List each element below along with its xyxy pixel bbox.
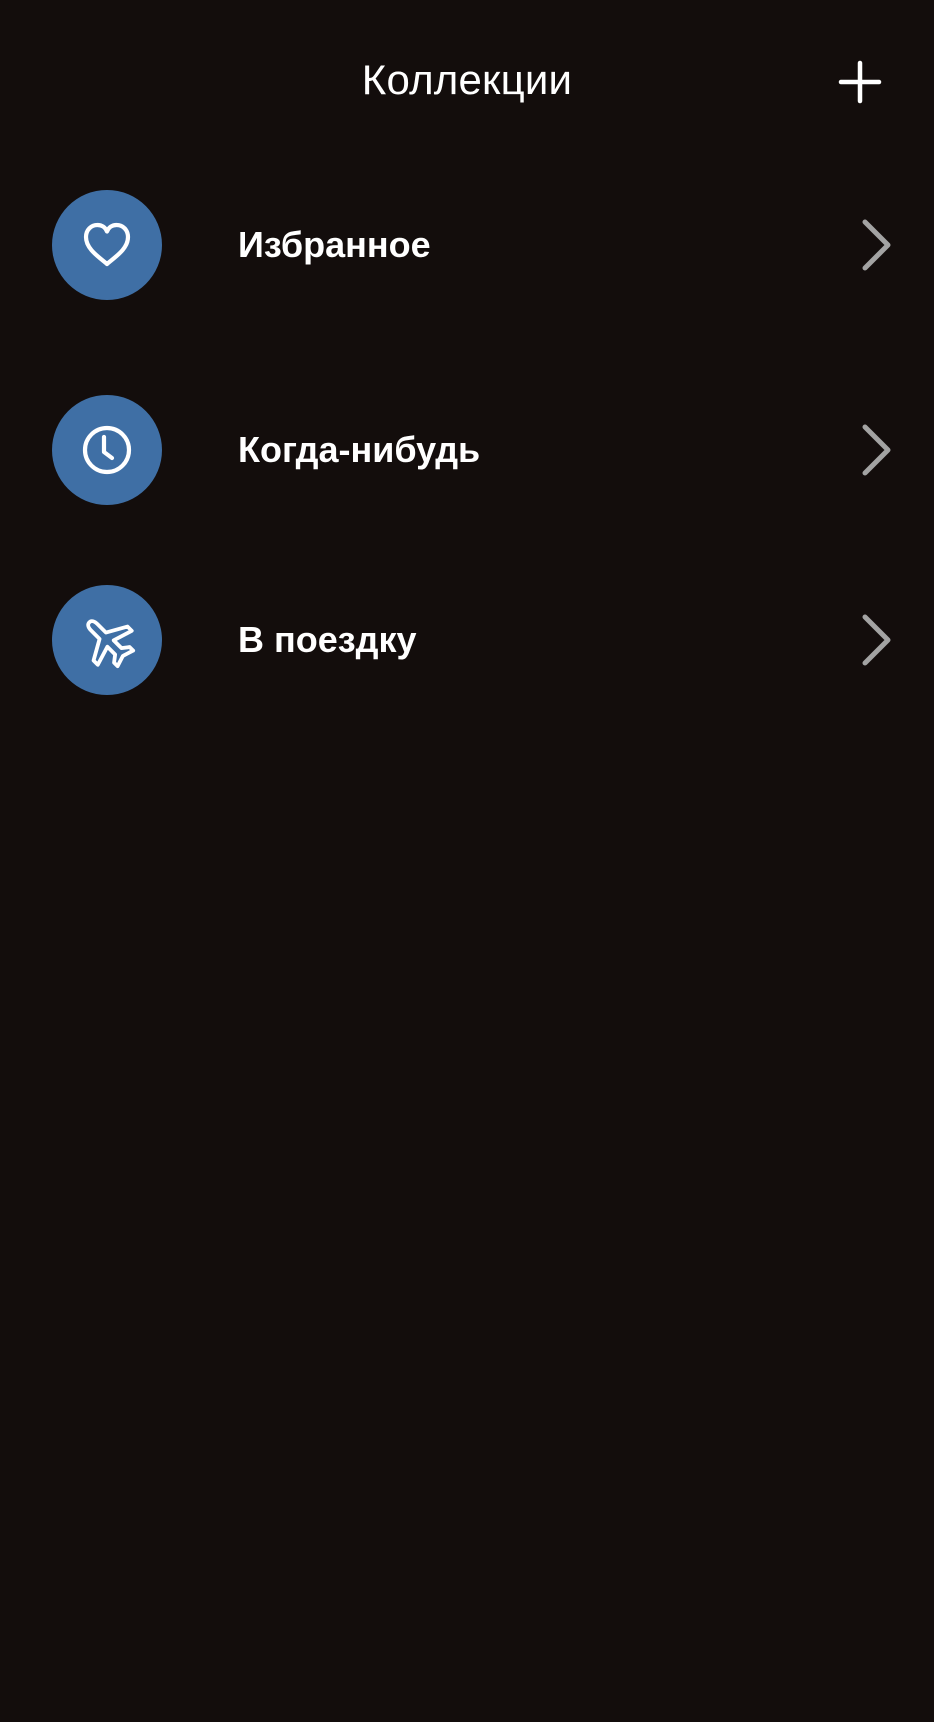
- collection-item-someday[interactable]: Когда-нибудь: [0, 385, 934, 515]
- collection-icon-badge: [52, 585, 162, 695]
- header: Коллекции: [0, 0, 934, 160]
- collection-label: В поездку: [238, 619, 417, 660]
- airplane-icon: [86, 619, 136, 669]
- chevron-right-icon: [856, 610, 896, 670]
- plus-icon: [838, 60, 882, 104]
- add-collection-button[interactable]: [830, 52, 890, 112]
- clock-icon: [82, 425, 132, 475]
- collection-icon-badge: [52, 190, 162, 300]
- chevron-right-icon: [856, 420, 896, 480]
- collections-screen: Коллекции Избранное Когда-нибудь В поезд…: [0, 0, 934, 1722]
- heart-icon: [83, 222, 131, 267]
- collection-item-favorites[interactable]: Избранное: [0, 180, 934, 310]
- chevron-right-icon: [856, 215, 896, 275]
- collection-label: Избранное: [238, 224, 431, 265]
- collection-item-trip[interactable]: В поездку: [0, 575, 934, 705]
- collection-label: Когда-нибудь: [238, 429, 481, 470]
- page-title: Коллекции: [361, 56, 573, 103]
- collection-icon-badge: [52, 395, 162, 505]
